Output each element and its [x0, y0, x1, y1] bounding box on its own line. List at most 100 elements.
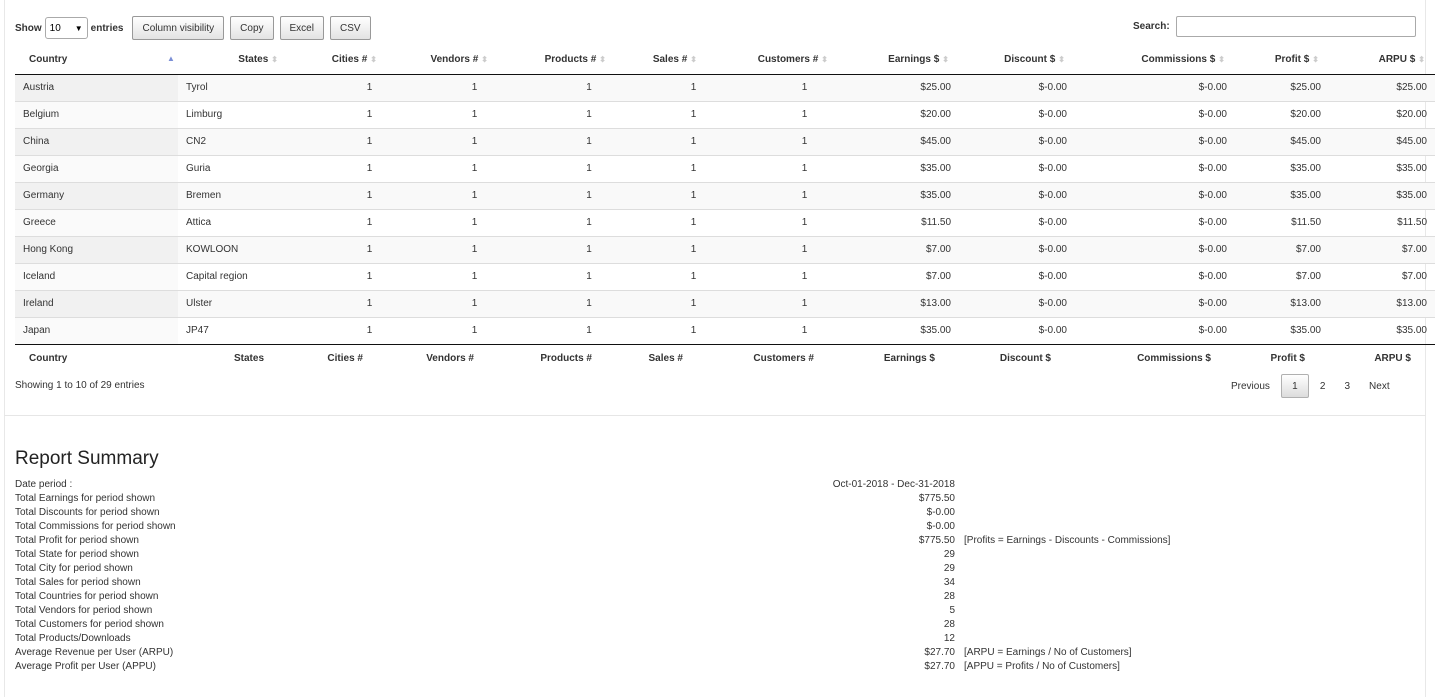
- page-button-3[interactable]: 3: [1336, 374, 1358, 398]
- cell-vendors[interactable]: 1: [387, 208, 498, 236]
- cell-vendors[interactable]: 1: [387, 235, 498, 263]
- cell-vendors[interactable]: 1: [387, 74, 498, 101]
- cell-sales[interactable]: 1: [616, 262, 707, 290]
- cell-products[interactable]: 1: [498, 74, 616, 101]
- cell-sales[interactable]: 1: [616, 316, 707, 344]
- cell-vendors[interactable]: 1: [387, 262, 498, 290]
- cell-sales[interactable]: 1: [616, 235, 707, 263]
- cell-products[interactable]: 1: [498, 208, 616, 236]
- csv-button[interactable]: CSV: [329, 16, 371, 40]
- cell-country[interactable]: Georgia: [15, 154, 178, 182]
- column-header-commissions[interactable]: Commissions $ ⬍: [1075, 46, 1235, 75]
- cell-vendors[interactable]: 1: [387, 316, 498, 344]
- cell-country[interactable]: China: [15, 127, 178, 155]
- column-header-country[interactable]: Country ▲: [15, 46, 178, 75]
- cell-discount: $-0.00: [959, 235, 1075, 263]
- cell-sales[interactable]: 1: [616, 208, 707, 236]
- cell-vendors[interactable]: 1: [387, 127, 498, 155]
- summary-formula-note: [ARPU = Earnings / No of Customers]: [964, 647, 1132, 658]
- column-header-products[interactable]: Products # ⬍: [498, 46, 616, 75]
- footer-row: Country States Cities # Vendors # Produc…: [15, 343, 1435, 372]
- cell-sales[interactable]: 1: [616, 74, 707, 101]
- next-page-button[interactable]: Next: [1361, 374, 1398, 398]
- cell-cities[interactable]: 1: [288, 235, 387, 263]
- cell-products[interactable]: 1: [498, 316, 616, 344]
- column-header-states[interactable]: States ⬍: [178, 46, 288, 75]
- column-header-arpu[interactable]: ARPU $ ⬍: [1329, 46, 1435, 75]
- cell-sales[interactable]: 1: [616, 154, 707, 182]
- column-header-vendors[interactable]: Vendors # ⬍: [387, 46, 498, 75]
- column-visibility-button[interactable]: Column visibility: [132, 16, 225, 40]
- cell-customers[interactable]: 1: [707, 208, 838, 236]
- cell-discount: $-0.00: [959, 208, 1075, 236]
- cell-customers[interactable]: 1: [707, 235, 838, 263]
- cell-profit: $35.00: [1235, 181, 1329, 209]
- cell-products[interactable]: 1: [498, 262, 616, 290]
- cell-sales[interactable]: 1: [616, 100, 707, 128]
- summary-label: Total Countries for period shown: [15, 591, 159, 602]
- cell-cities[interactable]: 1: [288, 208, 387, 236]
- cell-vendors[interactable]: 1: [387, 181, 498, 209]
- summary-label: Total Vendors for period shown: [15, 605, 153, 616]
- column-header-earnings[interactable]: Earnings $ ⬍: [838, 46, 959, 75]
- cell-arpu: $11.50: [1329, 208, 1435, 236]
- copy-button[interactable]: Copy: [230, 16, 274, 40]
- cell-vendors[interactable]: 1: [387, 289, 498, 317]
- previous-page-button[interactable]: Previous: [1223, 374, 1278, 398]
- column-header-discount[interactable]: Discount $ ⬍: [959, 46, 1075, 75]
- cell-earnings: $11.50: [838, 208, 959, 236]
- cell-products[interactable]: 1: [498, 289, 616, 317]
- cell-states: JP47: [178, 316, 288, 344]
- cell-cities[interactable]: 1: [288, 154, 387, 182]
- column-header-cities[interactable]: Cities # ⬍: [288, 46, 387, 75]
- cell-customers[interactable]: 1: [707, 289, 838, 317]
- page-button-1[interactable]: 1: [1280, 374, 1309, 398]
- entries-label: entries: [90, 22, 124, 34]
- summary-label: Total Discounts for period shown: [15, 507, 160, 518]
- cell-country[interactable]: Austria: [15, 74, 178, 101]
- cell-sales[interactable]: 1: [616, 289, 707, 317]
- cell-country[interactable]: Belgium: [15, 100, 178, 128]
- cell-sales[interactable]: 1: [616, 181, 707, 209]
- cell-customers[interactable]: 1: [707, 127, 838, 155]
- cell-products[interactable]: 1: [498, 154, 616, 182]
- cell-cities[interactable]: 1: [288, 316, 387, 344]
- column-header-customers[interactable]: Customers # ⬍: [707, 46, 838, 75]
- summary-formula-note: [APPU = Profits / No of Customers]: [964, 661, 1120, 672]
- cell-country[interactable]: Ireland: [15, 289, 178, 317]
- cell-customers[interactable]: 1: [707, 262, 838, 290]
- cell-cities[interactable]: 1: [288, 289, 387, 317]
- page-button-2[interactable]: 2: [1312, 374, 1334, 398]
- cell-customers[interactable]: 1: [707, 316, 838, 344]
- cell-cities[interactable]: 1: [288, 127, 387, 155]
- cell-customers[interactable]: 1: [707, 154, 838, 182]
- cell-cities[interactable]: 1: [288, 74, 387, 101]
- search-input[interactable]: [1175, 16, 1416, 37]
- cell-country[interactable]: Hong Kong: [15, 235, 178, 263]
- cell-customers[interactable]: 1: [707, 181, 838, 209]
- cell-customers[interactable]: 1: [707, 100, 838, 128]
- cell-sales[interactable]: 1: [616, 127, 707, 155]
- cell-country[interactable]: Germany: [15, 181, 178, 209]
- cell-products[interactable]: 1: [498, 100, 616, 128]
- header-row: Country ▲ States ⬍ Cities # ⬍ Vendors # ⬍ Pr…: [15, 46, 1435, 75]
- page-length-select[interactable]: 10 ▼: [44, 17, 88, 39]
- cell-states: Attica: [178, 208, 288, 236]
- column-header-profit[interactable]: Profit $ ⬍: [1235, 46, 1329, 75]
- excel-button[interactable]: Excel: [279, 16, 324, 40]
- cell-cities[interactable]: 1: [288, 262, 387, 290]
- cell-vendors[interactable]: 1: [387, 100, 498, 128]
- cell-country[interactable]: Greece: [15, 208, 178, 236]
- table-toolbar: Show 10 ▼ entries Column visibility Copy…: [15, 16, 371, 40]
- cell-products[interactable]: 1: [498, 235, 616, 263]
- cell-cities[interactable]: 1: [288, 100, 387, 128]
- cell-vendors[interactable]: 1: [387, 154, 498, 182]
- column-header-sales[interactable]: Sales # ⬍: [616, 46, 707, 75]
- summary-row: Average Profit per User (APPU) $27.70 [APP…: [15, 660, 1215, 674]
- cell-country[interactable]: Japan: [15, 316, 178, 344]
- cell-customers[interactable]: 1: [707, 74, 838, 101]
- cell-products[interactable]: 1: [498, 181, 616, 209]
- cell-products[interactable]: 1: [498, 127, 616, 155]
- cell-cities[interactable]: 1: [288, 181, 387, 209]
- cell-country[interactable]: Iceland: [15, 262, 178, 290]
